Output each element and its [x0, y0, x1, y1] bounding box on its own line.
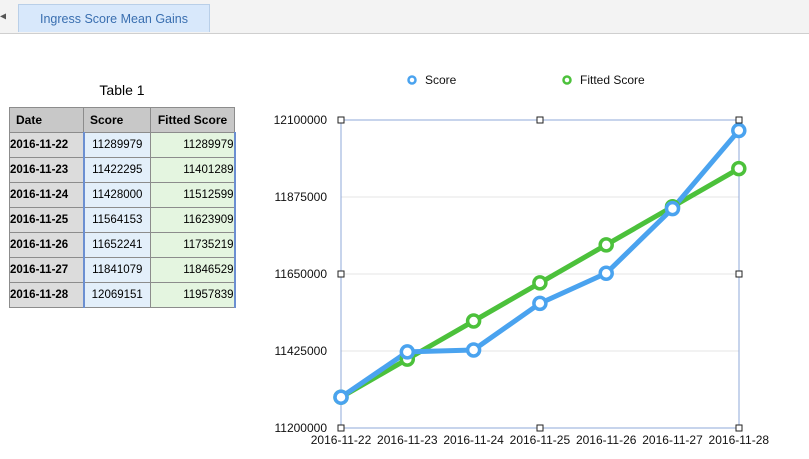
data-point-score[interactable]: [664, 200, 681, 217]
data-point-fitted-score[interactable]: [664, 198, 681, 215]
fitted-score-cell[interactable]: 11512599: [150, 182, 236, 208]
date-cell[interactable]: 2016-11-22: [9, 132, 84, 158]
fitted-score-cell[interactable]: 11289979: [150, 132, 236, 158]
date-cell[interactable]: 2016-11-23: [9, 157, 84, 183]
data-point-score[interactable]: [532, 295, 548, 312]
tab-ingress-score-mean-gains[interactable]: Ingress Score Mean Gains: [18, 4, 210, 32]
data-point-fitted-score[interactable]: [598, 237, 614, 253]
legend-label: Score: [425, 73, 457, 87]
x-tick-label: 2016-11-22: [311, 433, 372, 447]
date-cell[interactable]: 2016-11-24: [9, 182, 84, 208]
y-tick-label: 11200000: [275, 421, 328, 435]
series-line-fitted-score[interactable]: [338, 166, 742, 400]
x-tick-label: 2016-11-27: [642, 433, 703, 447]
table-row[interactable]: 2016-11-27 11841079 11846529: [9, 257, 236, 283]
fitted-score-cell[interactable]: 11957839: [150, 282, 236, 308]
x-tick-label: 2016-11-23: [377, 433, 438, 447]
fitted-score-cell[interactable]: 11846529: [150, 257, 236, 283]
selection-handle[interactable]: [735, 270, 743, 278]
data-table[interactable]: Date Score Fitted Score 2016-11-22 112899…: [9, 107, 236, 308]
legend-marker: [562, 75, 572, 85]
table-row[interactable]: 2016-11-22 11289979 11289979: [9, 132, 236, 158]
date-cell[interactable]: 2016-11-25: [9, 207, 84, 233]
selection-handle[interactable]: [536, 424, 544, 432]
table-row[interactable]: 2016-11-28 12069151 11957839: [9, 282, 236, 308]
y-tick-label: 11875000: [275, 190, 328, 204]
selection-handle[interactable]: [735, 424, 743, 432]
score-cell[interactable]: 11841079: [82, 257, 151, 283]
x-tick-label: 2016-11-25: [510, 433, 571, 447]
data-point-score[interactable]: [731, 122, 747, 139]
series-line-score[interactable]: [338, 128, 742, 400]
table-row[interactable]: 2016-11-24 11428000 11512599: [9, 182, 236, 208]
date-cell[interactable]: 2016-11-26: [9, 232, 84, 258]
fitted-score-cell[interactable]: 11735219: [150, 232, 236, 258]
table-header-row: Date Score Fitted Score: [9, 107, 235, 133]
table-row[interactable]: 2016-11-26 11652241 11735219: [9, 232, 236, 258]
data-point-score[interactable]: [399, 344, 416, 360]
legend-label: Fitted Score: [580, 73, 645, 87]
data-point-fitted-score[interactable]: [399, 351, 416, 367]
header-fitted-score[interactable]: Fitted Score: [150, 107, 235, 133]
chevron-left-icon[interactable]: ◀: [0, 11, 6, 22]
score-cell[interactable]: 11289979: [82, 132, 151, 158]
selection-handle[interactable]: [337, 270, 345, 278]
data-point-score[interactable]: [598, 265, 614, 281]
data-point-fitted-score[interactable]: [465, 313, 482, 329]
header-score[interactable]: Score: [83, 107, 151, 133]
x-tick-label: 2016-11-26: [576, 433, 637, 447]
data-point-fitted-score[interactable]: [731, 160, 747, 177]
x-tick-label: 2016-11-24: [443, 433, 504, 447]
fitted-score-cell[interactable]: 11623909: [150, 207, 236, 233]
y-tick-label: 12100000: [274, 113, 328, 127]
selection-handle[interactable]: [735, 116, 743, 124]
date-cell[interactable]: 2016-11-28: [9, 282, 84, 308]
score-cell[interactable]: 11422295: [82, 157, 151, 183]
table-row[interactable]: 2016-11-25 11564153 11623909: [9, 207, 236, 233]
data-point-score[interactable]: [333, 389, 349, 405]
data-point-fitted-score[interactable]: [333, 389, 349, 405]
selection-handle[interactable]: [337, 116, 345, 124]
date-cell[interactable]: 2016-11-27: [9, 257, 84, 283]
table-title: Table 1: [99, 82, 145, 98]
x-tick-label: 2016-11-28: [709, 433, 770, 447]
selection-handle[interactable]: [337, 424, 345, 432]
score-cell[interactable]: 11428000: [82, 182, 151, 208]
table-row[interactable]: 2016-11-23 11422295 11401289: [9, 157, 236, 183]
fitted-score-cell[interactable]: 11401289: [150, 157, 236, 183]
data-point-fitted-score[interactable]: [532, 275, 548, 291]
score-cell[interactable]: 11652241: [82, 232, 151, 258]
selection-handle[interactable]: [536, 116, 544, 124]
header-date[interactable]: Date: [9, 107, 84, 133]
y-tick-label: 11425000: [275, 344, 328, 358]
data-point-score[interactable]: [465, 342, 482, 358]
plot-area-frame: [340, 119, 740, 429]
score-cell[interactable]: 12069151: [82, 282, 151, 308]
sheet-tab-bar: ◀ Ingress Score Mean Gains: [0, 0, 809, 34]
score-cell[interactable]: 11564153: [82, 207, 151, 233]
y-tick-label: 11650000: [275, 267, 328, 281]
legend-marker: [407, 75, 417, 85]
